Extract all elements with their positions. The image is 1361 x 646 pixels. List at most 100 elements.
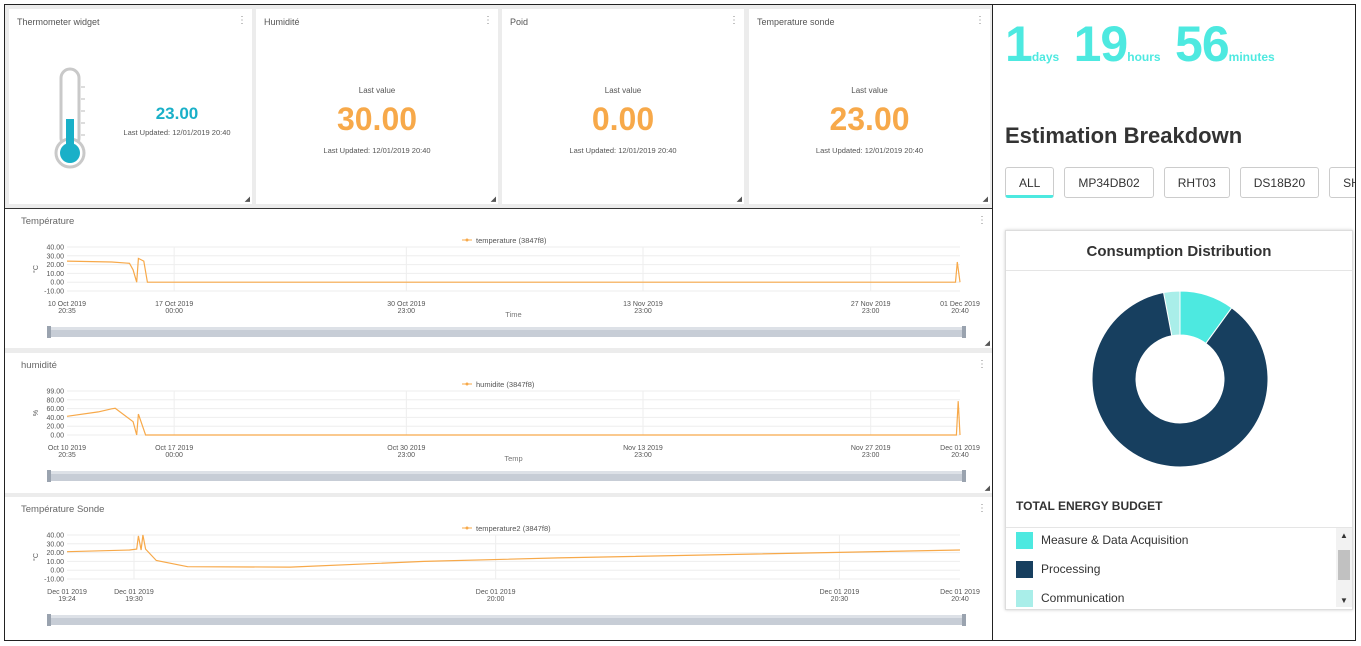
legend-label: temperature (3847f8) [476,236,547,245]
legend-label: Processing [1041,562,1101,576]
last-updated: Last Updated: 12/01/2019 20:40 [323,146,431,155]
legend-swatch [1016,560,1033,578]
energy-budget-title: TOTAL ENERGY BUDGET [1016,499,1163,513]
uptime-minutes-unit: minutes [1228,50,1275,64]
y-tick-label: 99.00 [46,389,64,396]
y-tick-label: 40.00 [46,415,64,422]
y-tick-label: 0.00 [50,280,64,287]
x-tick-time: 20:40 [951,308,969,315]
uptime-days: 1 [1005,16,1033,72]
scroll-down-icon[interactable]: ▼ [1340,596,1348,605]
x-tick-time: 23:00 [634,452,652,459]
more-menu-icon[interactable]: ⋮ [729,16,739,26]
legend-item-measure[interactable]: Measure & Data Acquisition [1016,530,1188,550]
resize-handle-icon[interactable]: ◢ [985,339,990,347]
navigator-handle-left [47,470,51,482]
tab-ds18b20[interactable]: DS18B20 [1239,167,1320,198]
navigator-handle-right [962,326,966,338]
legend-label: Measure & Data Acquisition [1041,533,1189,547]
sensor-tabs: ALL MP34DB02 RHT03 DS18B20 SH [1005,167,1355,198]
thermometer-widget: Thermometer widget ⋮ 23.00 Last Updated:… [9,9,252,204]
uptime-days-unit: days [1031,50,1060,64]
y-tick-label: -10.00 [44,577,64,584]
widget-title: Humidité [264,17,300,27]
thermometer-value: 23.00 [155,104,199,123]
navigator-handle-right [962,614,966,626]
widget-title: Temperature sonde [757,17,835,27]
x-tick-date: Dec 01 2019 [476,589,516,596]
resize-handle-icon[interactable]: ◢ [737,195,742,203]
navigator-handle-left [47,326,51,338]
x-tick-date: Dec 01 2019 [940,589,980,596]
x-tick-date: 13 Nov 2019 [623,301,663,308]
scroll-up-icon[interactable]: ▲ [1340,531,1348,540]
legend-swatch [1016,531,1033,549]
y-tick-label: 40.00 [46,533,64,540]
y-tick-label: 20.00 [46,550,64,557]
probe-temperature-chart[interactable]: temperature2 (3847f8) 40.0030.00 20.00 10.0… [5,497,992,640]
probe-value: 23.00 [829,101,910,137]
temperature-chart[interactable]: temperature (3847f8) 40.0030.00 20.00 10.00… [5,209,992,349]
last-value-label: Last value [851,86,888,95]
tab-mp34db02[interactable]: MP34DB02 [1064,167,1154,198]
resize-handle-icon[interactable]: ◢ [983,195,988,203]
legend-item-processing[interactable]: Processing [1016,559,1100,579]
tab-sh[interactable]: SH [1329,167,1355,198]
more-menu-icon[interactable]: ⋮ [483,16,493,26]
series-line [66,401,961,436]
x-tick-date: Dec 01 2019 [114,589,154,596]
last-value-label: Last value [358,86,396,95]
probe-temperature-widget: Temperature sonde ⋮ Last value 23.00 Las… [749,9,990,204]
y-axis-label: °C [32,553,40,561]
y-tick-label: 0.00 [50,433,64,440]
resize-handle-icon[interactable]: ◢ [491,195,496,203]
last-updated: Last Updated: 12/01/2019 20:40 [815,146,924,155]
humidity-chart[interactable]: humidite (3847f8) 99.0080.00 60.00 40.00 20.… [5,353,992,493]
x-tick-date: 01 Dec 2019 [940,301,980,308]
x-tick-time: 23:00 [862,452,880,459]
x-tick-date: 10 Oct 2019 [48,301,86,308]
x-tick-date: Nov 27 2019 [851,445,891,452]
navigator-band [49,327,964,330]
navigator-band [49,615,964,618]
legend-marker [465,526,469,530]
legend-swatch [1016,589,1033,607]
navigator-handle-right [962,470,966,482]
legend-label: Communication [1041,591,1125,605]
widget-title: Thermometer widget [17,17,100,27]
x-tick-date: Nov 13 2019 [623,445,663,452]
x-tick-date: Oct 10 2019 [48,445,86,452]
y-tick-label: 10.00 [46,559,64,566]
legend-scrollbar[interactable]: ▲ ▼ [1336,528,1352,607]
y-axis-label: % [33,410,40,416]
tab-rht03[interactable]: RHT03 [1163,167,1230,198]
x-tick-time: 23:00 [398,308,416,315]
navigator-band [49,471,964,474]
legend-marker [465,382,469,386]
more-menu-icon[interactable]: ⋮ [975,16,985,26]
resize-handle-icon[interactable]: ◢ [245,195,250,203]
y-tick-label: -10.00 [44,289,64,296]
uptime-hours-unit: hours [1127,50,1161,64]
scrollbar-thumb[interactable] [1338,550,1350,580]
x-tick-date: 27 Nov 2019 [851,301,891,308]
thermometer-icon [54,67,86,169]
x-tick-time: 20:40 [951,596,969,603]
x-axis-label: Time [505,310,521,319]
y-tick-label: 0.00 [50,568,64,575]
series-line [66,534,961,568]
x-tick-date: 17 Oct 2019 [155,301,193,308]
weight-value: 0.00 [591,101,655,137]
widget-title: Poid [510,17,529,27]
resize-handle-icon[interactable]: ◢ [985,484,990,492]
y-tick-label: 60.00 [46,406,64,413]
consumption-donut-chart[interactable] [1006,273,1352,493]
consumption-panel: Consumption Distribution TOTAL ENERGY BU… [1005,230,1353,610]
x-tick-time: 19:24 [58,596,76,603]
tab-all[interactable]: ALL [1005,167,1055,198]
y-tick-label: 10.00 [46,271,64,278]
legend-item-communication[interactable]: Communication [1016,588,1124,607]
x-tick-time: 20:40 [951,452,969,459]
uptime-counter: 1days 19hours 56minutes [1005,15,1285,73]
more-menu-icon[interactable]: ⋮ [237,16,247,26]
